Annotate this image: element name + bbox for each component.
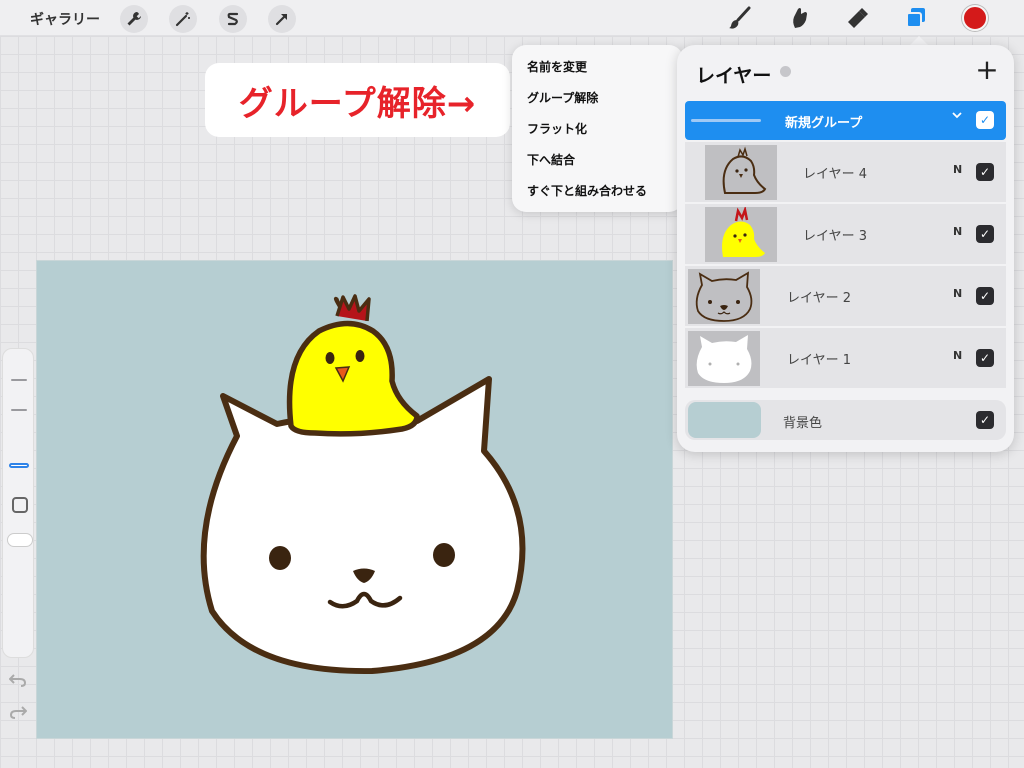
group-name: 新規グループ [785,116,863,131]
redo-icon[interactable] [9,704,28,724]
brush-icon[interactable] [725,4,755,32]
selection-icon[interactable] [219,5,247,33]
blend-mode-label[interactable]: N [953,349,962,362]
smudge-icon[interactable] [784,4,814,32]
background-color-row[interactable]: 背景色 ✓ [685,400,1006,440]
cat-and-chick-illustration [200,294,526,675]
layer-visibility-checkbox[interactable]: ✓ [976,225,994,243]
background-visibility-checkbox[interactable]: ✓ [976,411,994,429]
layer-visibility-checkbox[interactable]: ✓ [976,349,994,367]
layers-panel: レイヤー + 新規グループ ✓ レイヤー 4 N ✓ レイヤー 3 N ✓ レイ… [677,45,1014,452]
blend-mode-label[interactable]: N [953,163,962,176]
transform-arrow-icon[interactable] [268,5,296,33]
group-visibility-checkbox[interactable]: ✓ [976,111,994,129]
layer-context-menu: 名前を変更 グループ解除 フラット化 下へ結合 すぐ下と組み合わせる [512,45,683,212]
layers-icon[interactable] [901,4,931,32]
left-sidebar [2,348,34,658]
background-color-label: 背景色 [783,416,823,431]
layer-group-row[interactable]: 新規グループ ✓ [685,101,1006,140]
layer-thumbnail [705,207,777,262]
ungroup-callout: グループ解除→ [205,63,510,137]
layer-thumbnail [688,331,760,386]
layer-thumbnail [688,269,760,324]
layer-name: レイヤー 2 [787,291,852,306]
chevron-down-icon[interactable] [951,109,963,125]
blend-mode-label[interactable]: N [953,225,962,238]
layer-visibility-checkbox[interactable]: ✓ [976,287,994,305]
color-picker-button[interactable] [962,5,988,31]
group-indicator [691,119,761,122]
layer-row-3[interactable]: レイヤー 3 N ✓ [685,204,1006,265]
layer-visibility-checkbox[interactable]: ✓ [976,163,994,181]
layer-row-2[interactable]: レイヤー 2 N ✓ [685,266,1006,327]
panel-title: レイヤー [696,65,772,87]
wrench-icon[interactable] [120,5,148,33]
background-color-swatch[interactable] [688,402,761,438]
layer-name: レイヤー 3 [803,229,868,244]
magic-wand-icon[interactable] [169,5,197,33]
layer-row-4[interactable]: レイヤー 4 N ✓ [685,142,1006,203]
modify-button[interactable] [12,497,28,513]
panel-status-dot [780,66,791,77]
menu-item-ungroup[interactable]: グループ解除 [512,84,683,115]
menu-item-flatten[interactable]: フラット化 [512,115,683,146]
layer-row-1[interactable]: レイヤー 1 N ✓ [685,328,1006,389]
top-toolbar: ギャラリー [0,0,1024,36]
blend-mode-label[interactable]: N [953,287,962,300]
add-layer-button[interactable]: + [974,55,1000,85]
eraser-icon[interactable] [842,4,872,32]
brush-size-slider[interactable] [9,463,29,468]
brush-size-tick [11,409,27,411]
drawing-canvas[interactable] [36,260,673,739]
gallery-button[interactable]: ギャラリー [30,9,100,29]
layer-thumbnail [705,145,777,200]
menu-item-combine-down[interactable]: すぐ下と組み合わせる [512,177,683,208]
undo-icon[interactable] [8,672,27,692]
layer-name: レイヤー 1 [787,353,852,368]
brush-size-tick [11,379,27,381]
menu-item-rename[interactable]: 名前を変更 [512,53,683,84]
layer-name: レイヤー 4 [803,167,868,182]
opacity-slider[interactable] [7,533,33,547]
menu-item-merge-down[interactable]: 下へ結合 [512,146,683,177]
